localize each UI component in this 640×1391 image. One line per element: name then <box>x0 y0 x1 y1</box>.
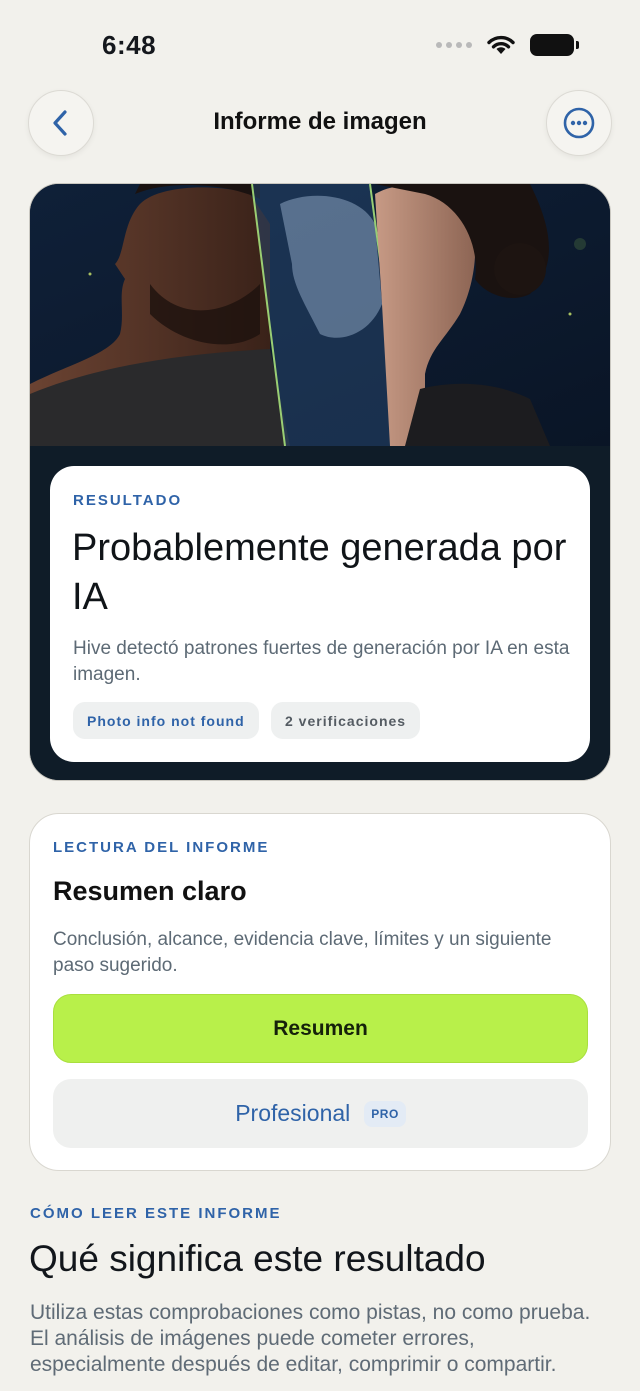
more-options-button[interactable] <box>546 90 612 156</box>
report-description: Conclusión, alcance, evidencia clave, lí… <box>53 929 552 976</box>
report-title: Resumen claro <box>53 876 247 906</box>
explanation-body: Utiliza estas comprobaciones como pistas… <box>30 1301 591 1376</box>
ellipsis-circle-icon <box>563 107 595 139</box>
professional-button[interactable]: Profesional PRO <box>53 1079 588 1148</box>
cellular-signal-icon <box>436 42 472 48</box>
pro-badge: PRO <box>364 1100 406 1127</box>
professional-label: Profesional <box>235 1100 351 1126</box>
summary-button[interactable]: Resumen <box>53 994 588 1063</box>
report-reading-card: LECTURA DEL INFORME Resumen claro Conclu… <box>29 813 611 1171</box>
battery-icon <box>530 34 579 56</box>
photo-info-chip[interactable]: Photo info not found <box>73 702 259 739</box>
page-title: Informe de imagen <box>213 108 427 135</box>
screen: 6:48 Informe de imagen RESULTADO Probabl… <box>0 0 640 1391</box>
analyzed-image[interactable] <box>30 184 611 446</box>
wifi-icon <box>487 35 515 54</box>
result-card: RESULTADO Probablemente generada por IA … <box>50 466 590 762</box>
result-title: Probablemente generada por IA <box>72 527 567 618</box>
result-eyebrow: RESULTADO <box>73 492 183 509</box>
verifications-chip[interactable]: 2 verificaciones <box>271 702 421 739</box>
report-eyebrow: LECTURA DEL INFORME <box>53 839 270 856</box>
status-time: 6:48 <box>102 30 157 60</box>
explanation-title: Qué significa este resultado <box>29 1238 486 1279</box>
explanation-eyebrow: CÓMO LEER ESTE INFORME <box>30 1205 282 1222</box>
result-description: Hive detectó patrones fuertes de generac… <box>73 638 570 685</box>
status-icons <box>436 34 579 56</box>
